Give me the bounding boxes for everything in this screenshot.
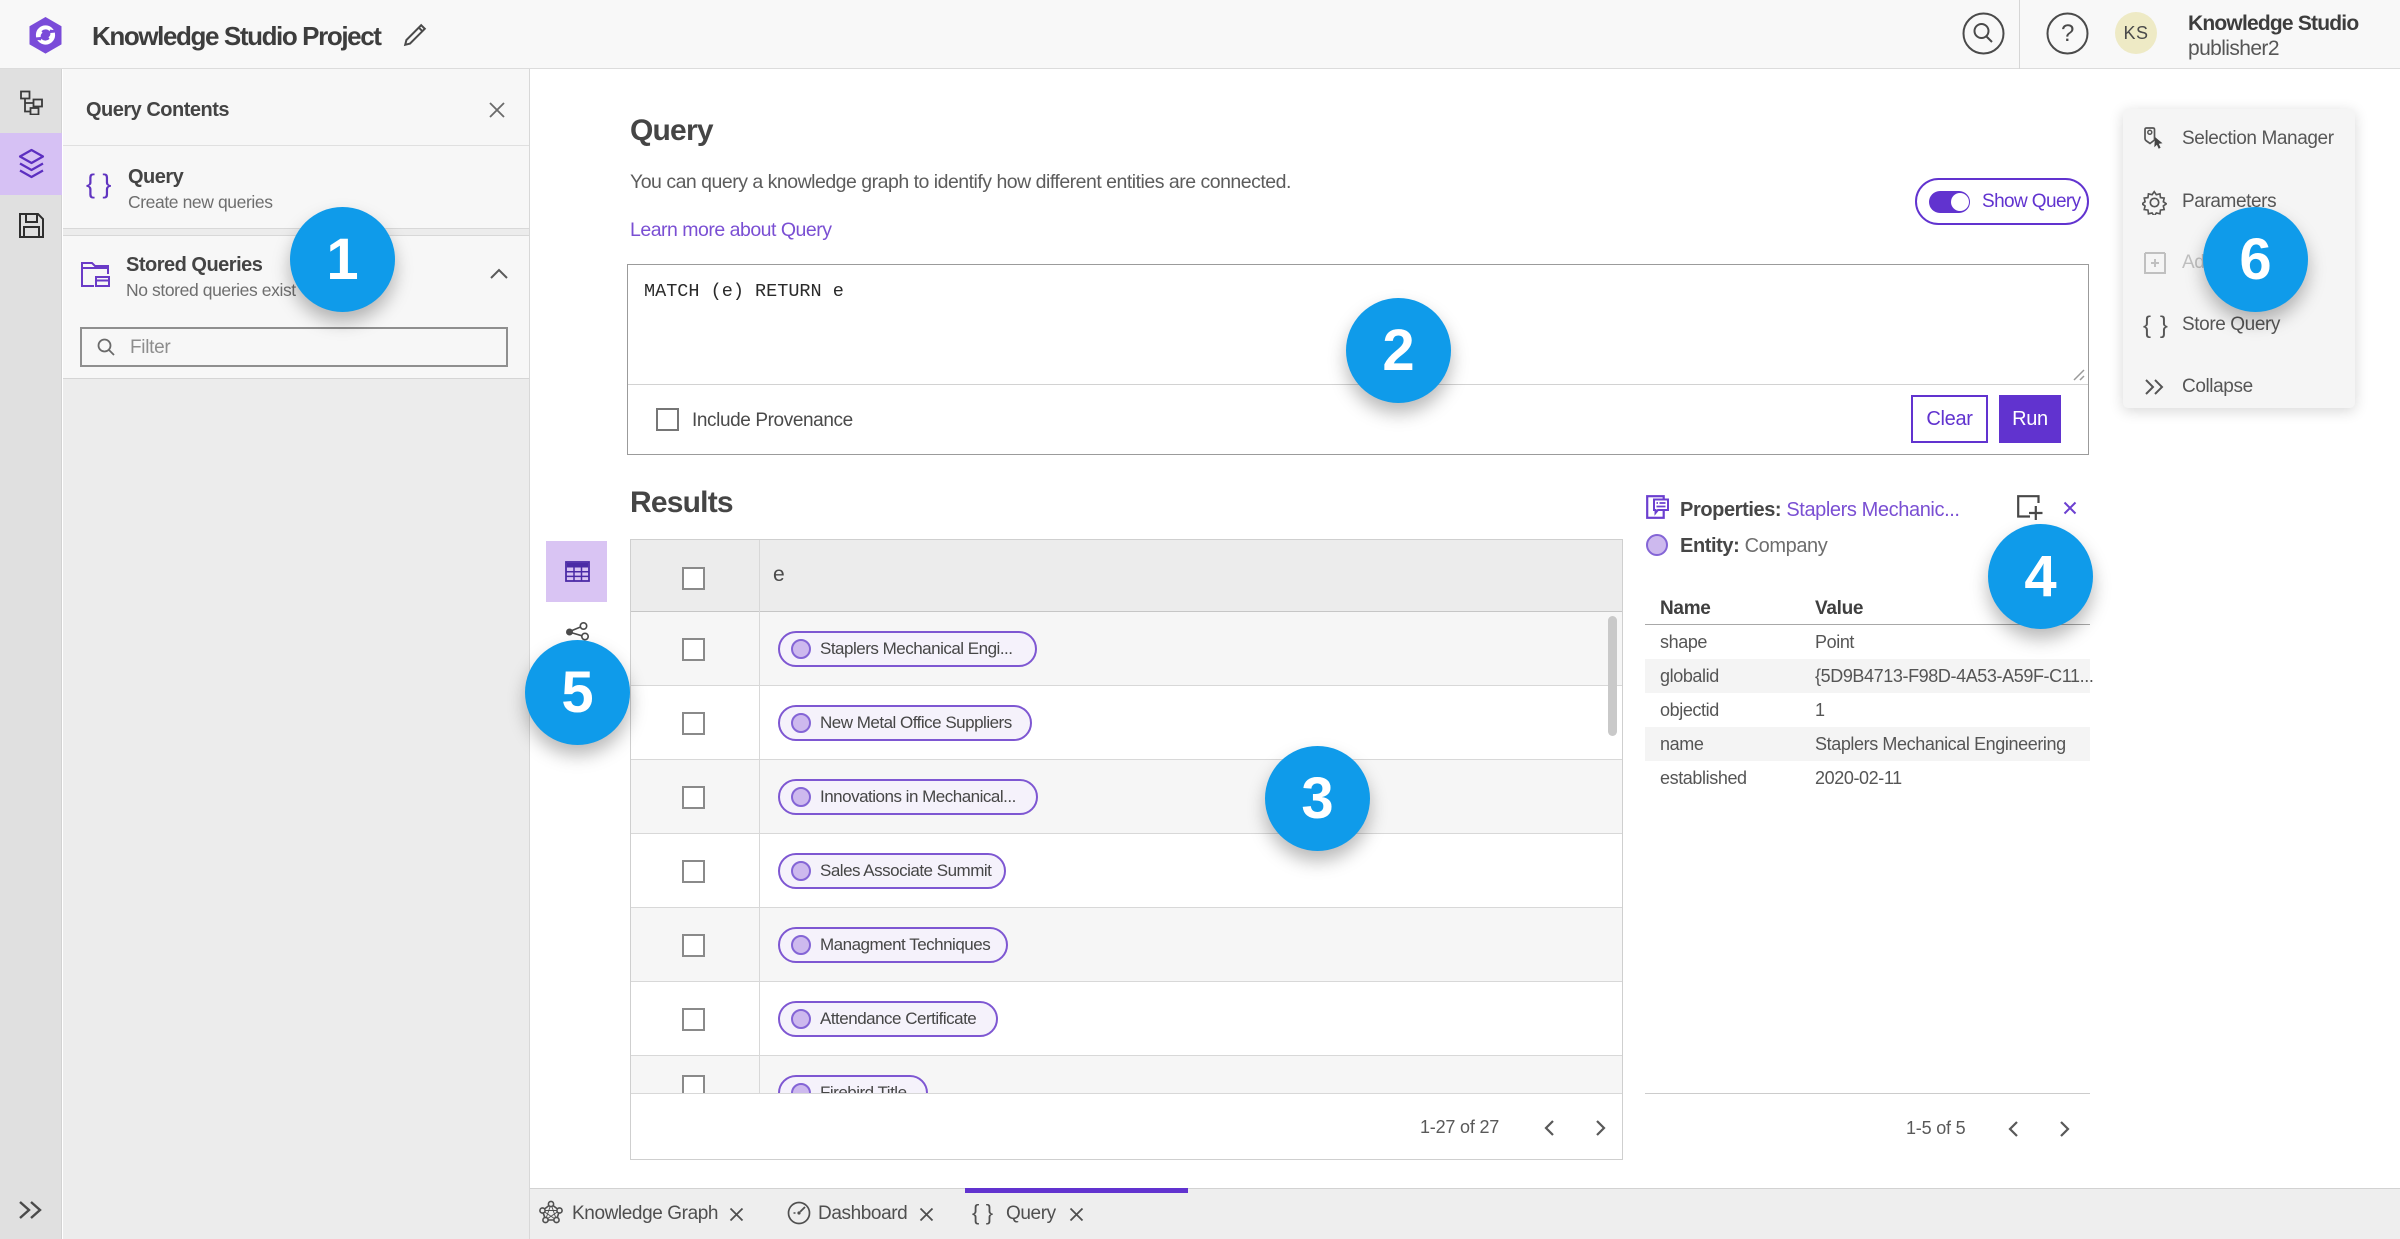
svg-text:?: ? (2061, 20, 2074, 47)
